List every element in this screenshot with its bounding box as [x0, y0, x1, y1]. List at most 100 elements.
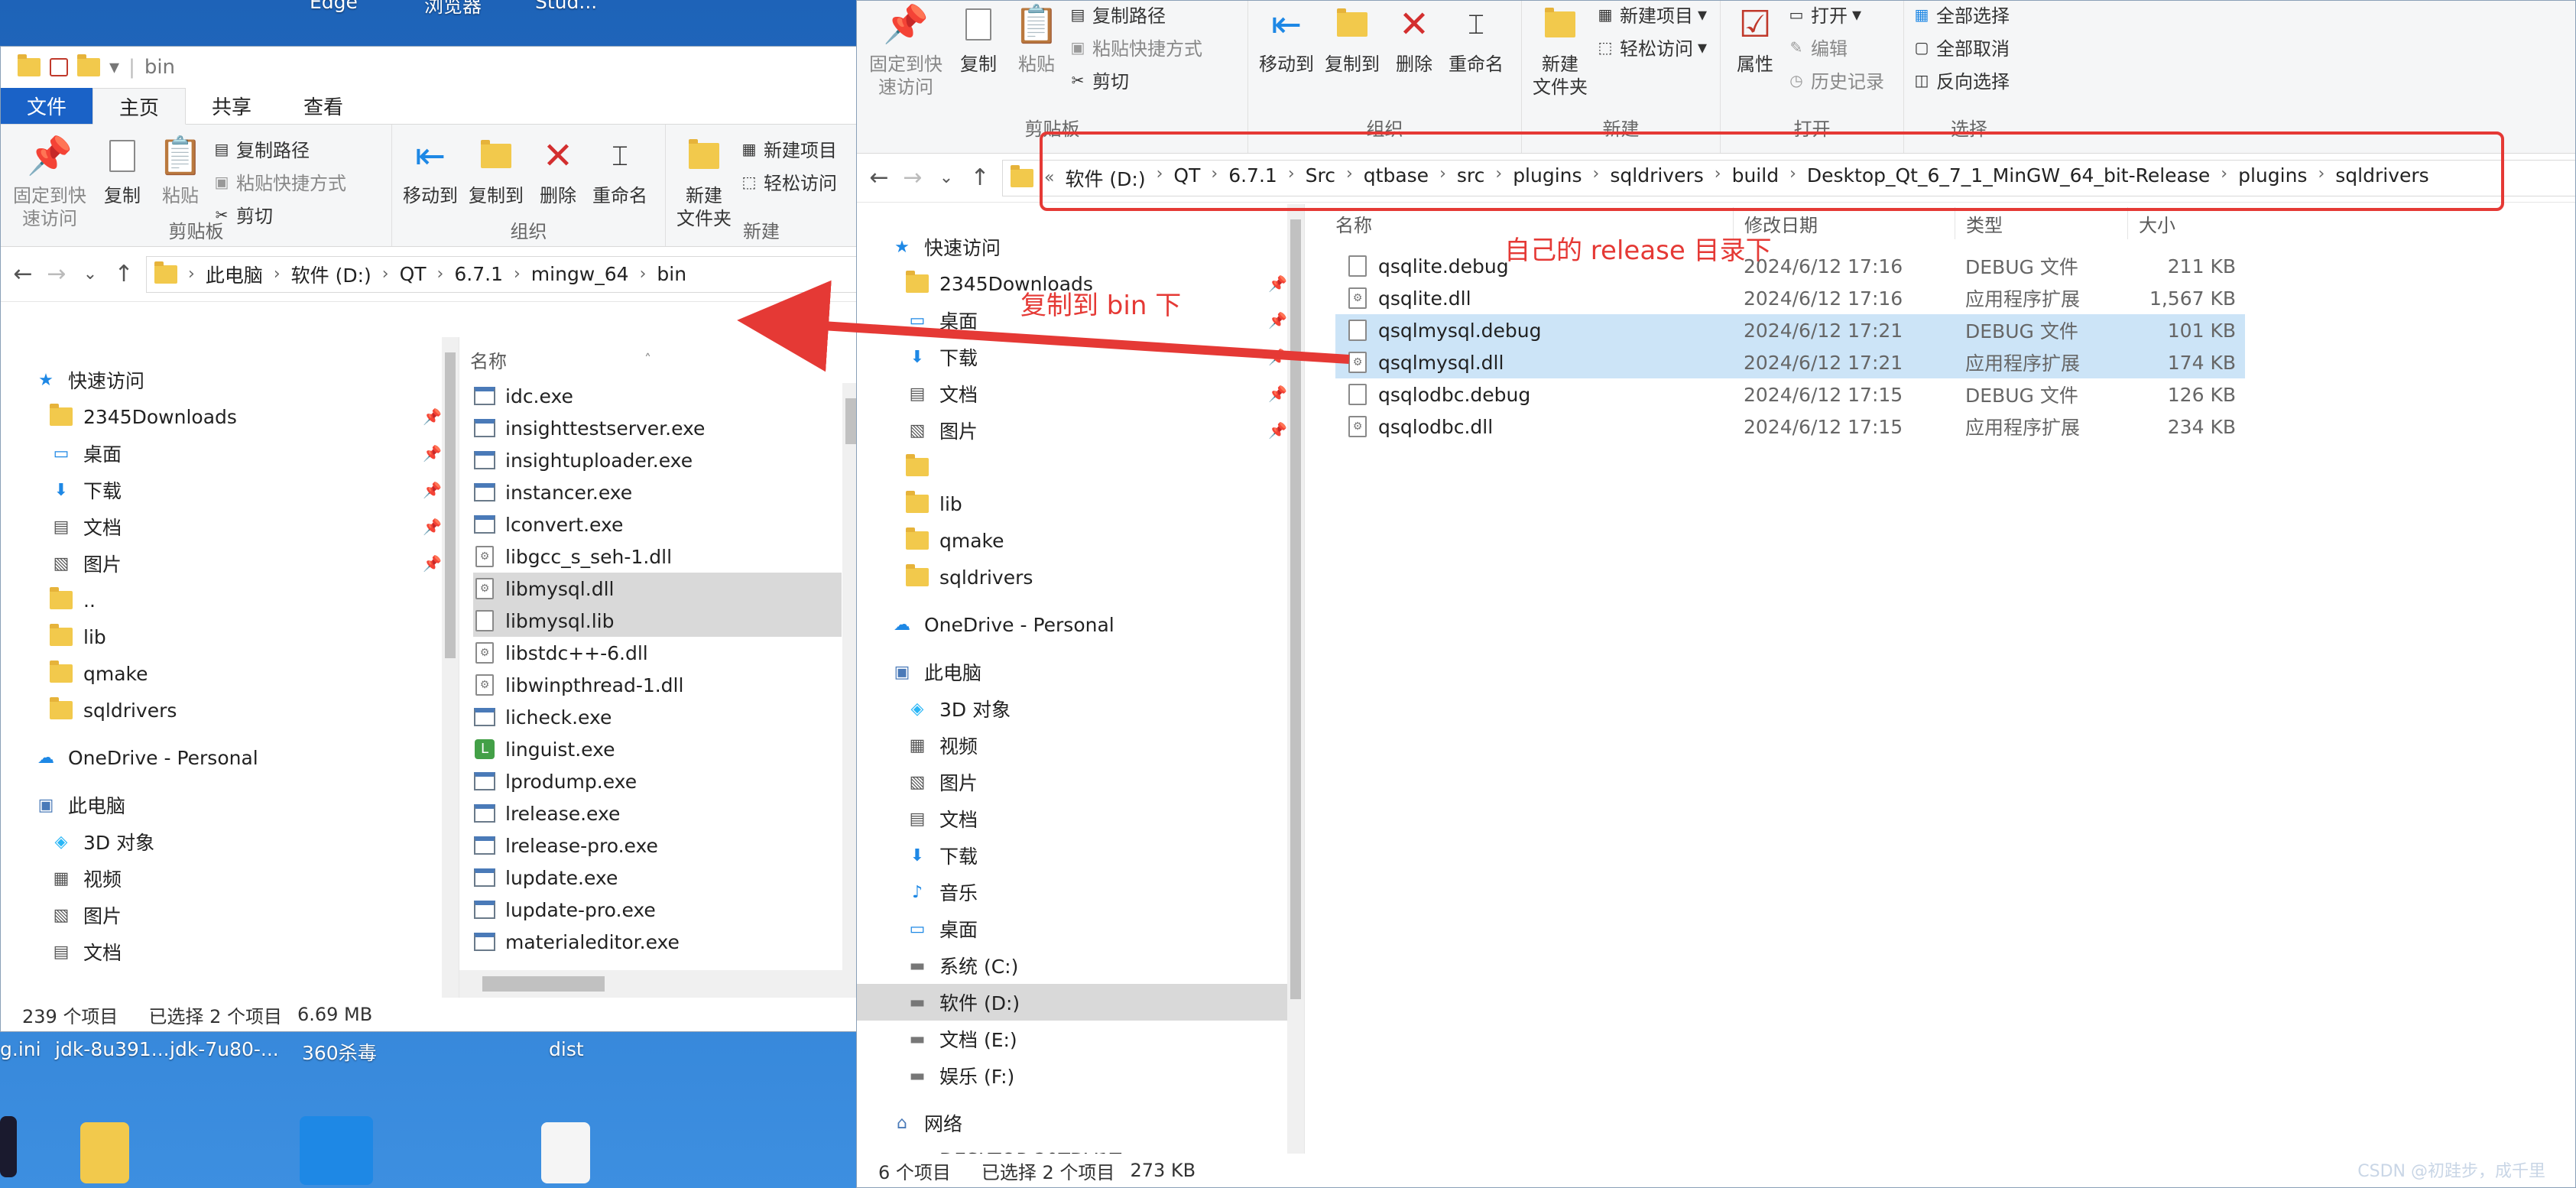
nav-item[interactable]: ▤ 文档 📌 [1, 508, 459, 545]
back-arrow-icon[interactable]: ← [11, 261, 34, 287]
nav-item[interactable]: ⬇ 下载 📌 [1, 472, 459, 508]
pin-icon[interactable]: 📌 [1268, 421, 1287, 440]
nav-item[interactable]: lib [1, 618, 459, 655]
file-row[interactable]: lprodump.exe [473, 765, 842, 797]
pin-icon[interactable]: 📌 [423, 407, 442, 426]
nav-item[interactable]: ▧ 图片 [1, 897, 459, 933]
select-none-button[interactable]: ▢ 全部取消 [1912, 34, 2010, 60]
file-row[interactable]: ⚙ libwinpthread-1.dll [473, 669, 842, 701]
copy-path-button[interactable]: ▤ 复制路径 [212, 135, 346, 162]
file-row[interactable]: qsqlmysql.debug 2024/6/12 17:21 DEBUG 文件 10… [1335, 314, 2245, 346]
chevron-right-icon[interactable]: › [274, 265, 281, 284]
copy-to-button[interactable]: 复制到 [466, 132, 527, 207]
history-button[interactable]: ◷ 历史记录 [1786, 67, 1884, 93]
delete-button[interactable]: ✕ 删除 [1387, 1, 1441, 76]
pin-icon[interactable]: 📌 [423, 554, 442, 573]
nav-item[interactable]: ▣ 此电脑 [1, 787, 459, 823]
file-row[interactable]: lrelease-pro.exe [473, 829, 842, 862]
file-row[interactable]: qsqlite.debug 2024/6/12 17:16 DEBUG 文件 211 … [1335, 250, 2245, 282]
nav-item[interactable]: qmake [857, 522, 1304, 559]
file-row[interactable]: ⚙ libstdc++-6.dll [473, 637, 842, 669]
nav-item[interactable]: sqldrivers [857, 559, 1304, 596]
nav-item[interactable]: ☁ OneDrive - Personal [857, 606, 1304, 643]
file-row[interactable]: lupdate-pro.exe [473, 894, 842, 926]
new-item-button[interactable]: ▦ 新建项目 ▾ [1595, 1, 1708, 28]
nav-item[interactable]: ▦ 视频 [1, 860, 459, 897]
nav-item[interactable]: ▬ 系统 (C:) [857, 947, 1304, 984]
invert-selection-button[interactable]: ◫ 反向选择 [1912, 67, 2010, 93]
paste-shortcut-button[interactable]: ▣ 粘贴快捷方式 [1068, 34, 1202, 60]
desktop-app-icon[interactable] [0, 1116, 17, 1177]
column-header-name[interactable]: 名称 ˄ [459, 346, 811, 372]
nav-item[interactable]: ▦ 视频 [857, 727, 1304, 764]
nav-item[interactable]: ▧ 图片 📌 [857, 412, 1304, 449]
tab-view[interactable]: 查看 [277, 88, 369, 124]
nav-item[interactable]: sqldrivers [1, 692, 459, 729]
pin-icon[interactable]: 📌 [1268, 311, 1287, 329]
file-row[interactable]: insightuploader.exe [473, 444, 842, 476]
new-item-button[interactable]: ▦ 新建项目 [739, 135, 837, 162]
desktop-file-icon[interactable] [541, 1122, 590, 1183]
forward-arrow-icon[interactable]: → [901, 164, 924, 191]
nav-item[interactable]: ▣ 此电脑 [857, 654, 1304, 690]
pin-icon[interactable]: 📌 [1268, 274, 1287, 293]
copy-path-button[interactable]: ▤ 复制路径 [1068, 1, 1202, 28]
scrollbar-thumb[interactable] [482, 976, 605, 992]
nav-item[interactable]: .. [1, 582, 459, 618]
breadcrumb-item[interactable]: mingw_64 [531, 263, 629, 285]
file-row[interactable]: insighttestserver.exe [473, 412, 842, 444]
nav-scrollbar[interactable] [442, 337, 459, 998]
pin-icon[interactable]: 📌 [1268, 385, 1287, 403]
nav-item[interactable]: ▬ 软件 (D:) [857, 984, 1304, 1021]
chevron-right-icon[interactable]: › [640, 265, 647, 284]
nav-item[interactable]: 2345Downloads 📌 [1, 398, 459, 435]
scrollbar-thumb[interactable] [845, 398, 856, 444]
nav-item[interactable]: ▧ 图片 [857, 764, 1304, 800]
copy-button[interactable]: 复制 [96, 132, 149, 207]
pin-quick-access-button[interactable]: 📌 固定到快 速访问 [8, 132, 91, 230]
nav-item[interactable] [857, 449, 1304, 485]
paste-button[interactable]: 📋 粘贴 [1010, 1, 1063, 76]
file-row[interactable]: instancer.exe [473, 476, 842, 508]
breadcrumb-item[interactable]: 软件 (D:) [291, 261, 371, 288]
horizontal-scrollbar[interactable] [459, 970, 859, 998]
nav-item[interactable]: ▧ 图片 📌 [1, 545, 459, 582]
chevron-right-icon[interactable]: › [382, 265, 389, 284]
nav-item[interactable]: ▭ 桌面 [857, 910, 1304, 947]
file-row[interactable]: qsqlodbc.debug 2024/6/12 17:15 DEBUG 文件 126… [1335, 378, 2245, 411]
desktop-icon-label[interactable]: jdk-8u391... [55, 1038, 170, 1060]
nav-item[interactable]: ⬇ 下载 [857, 837, 1304, 874]
desktop-icon-label[interactable]: Edge [310, 0, 358, 13]
file-row[interactable]: idc.exe [473, 380, 842, 412]
nav-item[interactable]: ▭ 桌面 📌 [1, 435, 459, 472]
nav-item[interactable]: ◈ 3D 对象 [1, 823, 459, 860]
file-row[interactable]: ⚙ qsqlodbc.dll 2024/6/12 17:15 应用程序扩展 234 KB [1335, 411, 2245, 443]
copy-button[interactable]: 复制 [952, 1, 1005, 76]
pin-icon[interactable]: 📌 [423, 444, 442, 463]
file-row[interactable]: libmysql.lib [473, 605, 842, 637]
nav-item[interactable]: ☁ OneDrive - Personal [1, 739, 459, 776]
up-arrow-icon[interactable]: ↑ [968, 164, 991, 191]
nav-item[interactable]: ▤ 文档 [857, 800, 1304, 837]
select-all-button[interactable]: ▦ 全部选择 [1912, 1, 2010, 28]
nav-item[interactable]: ▤ 文档 [1, 933, 459, 970]
breadcrumb-item[interactable]: 此电脑 [206, 261, 263, 288]
desktop-toolbox-icon[interactable] [300, 1116, 373, 1185]
desktop-icon-label[interactable]: 浏览器 [424, 0, 482, 18]
recent-chevron-icon[interactable]: ⌄ [79, 265, 102, 284]
nav-item[interactable]: lib [857, 485, 1304, 522]
file-row[interactable]: lupdate.exe [473, 862, 842, 894]
properties-check-icon[interactable] [50, 58, 68, 76]
easy-access-button[interactable]: ⬚ 轻松访问 [739, 168, 837, 195]
nav-item[interactable]: ▤ 文档 📌 [857, 375, 1304, 412]
file-row[interactable]: materialeditor.exe [473, 926, 842, 958]
file-row[interactable]: licheck.exe [473, 701, 842, 733]
edit-button[interactable]: ✎ 编辑 [1786, 34, 1884, 60]
new-folder-button[interactable]: 新建 文件夹 [1530, 1, 1591, 99]
desktop-folder-icon[interactable] [80, 1122, 129, 1183]
pin-icon[interactable]: 📌 [423, 518, 442, 536]
nav-item[interactable]: ⬇ 下载 📌 [857, 339, 1304, 375]
file-row[interactable]: ⚙ libmysql.dll [473, 573, 842, 605]
recent-chevron-icon[interactable]: ⌄ [935, 168, 958, 187]
nav-item[interactable]: ♪ 音乐 [857, 874, 1304, 910]
